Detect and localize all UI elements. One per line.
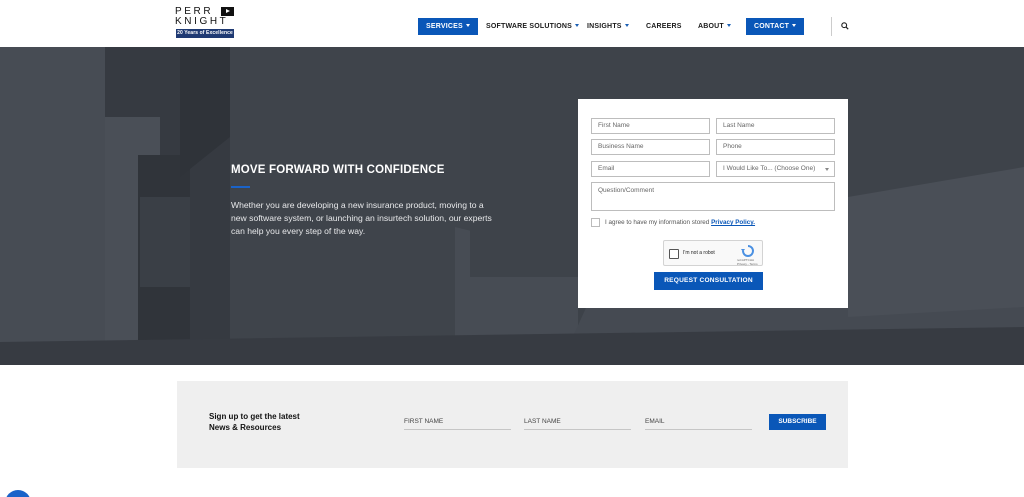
chevron-down-icon — [624, 23, 629, 27]
hero-background-image — [0, 47, 1024, 365]
phone-field[interactable]: Phone — [716, 139, 835, 155]
consent-text: I agree to have my information stored — [605, 219, 710, 226]
site-header: PERR KNIGHT 20 Years of Excellence SERVI… — [0, 0, 1024, 47]
nav-item-contact[interactable]: CONTACT — [746, 18, 805, 35]
nav-item-insights[interactable]: INSIGHTS — [587, 18, 629, 35]
subscribe-button[interactable]: SUBSCRIBE — [769, 414, 826, 430]
nav-label: SOFTWARE SOLUTIONS — [486, 23, 573, 30]
newsletter-heading: Sign up to get the latest News & Resourc… — [209, 411, 319, 433]
nav-item-software-solutions[interactable]: SOFTWARE SOLUTIONS — [486, 18, 580, 35]
search-icon[interactable] — [841, 22, 849, 30]
newsletter-heading-line-2: News & Resources — [209, 423, 282, 432]
recaptcha-widget: I'm not a robot reCAPTCHA Privacy - Term… — [663, 240, 763, 266]
newsletter-first-name-field[interactable]: FIRST NAME — [404, 416, 511, 430]
last-name-field[interactable]: Last Name — [716, 118, 835, 134]
first-name-field[interactable]: First Name — [591, 118, 710, 134]
question-textarea[interactable]: Question/Comment — [591, 182, 835, 211]
hero-section: MOVE FORWARD WITH CONFIDENCE Whether you… — [0, 47, 1024, 365]
nav-label: CONTACT — [754, 23, 790, 30]
logo-line-2: KNIGHT — [175, 16, 229, 27]
nav-item-services[interactable]: SERVICES — [418, 18, 478, 35]
chevron-down-icon — [465, 23, 470, 27]
play-icon — [221, 7, 234, 16]
hero-title-underline — [231, 186, 250, 188]
newsletter-email-field[interactable]: EMAIL — [645, 416, 752, 430]
nav-label: ABOUT — [698, 23, 724, 30]
chevron-down-icon — [726, 23, 731, 27]
accessibility-icon[interactable] — [4, 489, 32, 497]
chevron-down-icon — [575, 23, 580, 27]
nav-label: INSIGHTS — [587, 23, 622, 30]
nav-label: SERVICES — [426, 23, 463, 30]
newsletter-signup: Sign up to get the latest News & Resourc… — [177, 381, 848, 468]
nav-label: CAREERS — [646, 23, 682, 30]
interest-select[interactable]: I Would Like To... (Choose One) — [716, 161, 835, 177]
request-consultation-button[interactable]: REQUEST CONSULTATION — [654, 272, 763, 290]
consent-label: I agree to have my information stored Pr… — [605, 219, 755, 226]
recaptcha-icon — [741, 245, 754, 257]
consultation-form: First Name Last Name Business Name Phone… — [578, 99, 848, 308]
newsletter-last-name-field[interactable]: LAST NAME — [524, 416, 631, 430]
hero-title: MOVE FORWARD WITH CONFIDENCE — [231, 164, 445, 176]
privacy-policy-link[interactable]: Privacy Policy. — [711, 219, 755, 226]
recaptcha-terms[interactable]: Privacy - Terms — [737, 262, 758, 266]
chevron-down-icon — [792, 23, 797, 27]
logo-badge: 20 Years of Excellence — [176, 29, 234, 38]
nav-item-careers[interactable]: CAREERS — [646, 18, 682, 35]
recaptcha-label: I'm not a robot — [683, 250, 715, 256]
recaptcha-checkbox[interactable] — [669, 249, 679, 259]
nav-divider — [831, 17, 832, 36]
nav-item-about[interactable]: ABOUT — [698, 18, 731, 35]
consent-checkbox[interactable] — [591, 218, 600, 227]
email-field[interactable]: Email — [591, 161, 710, 177]
business-name-field[interactable]: Business Name — [591, 139, 710, 155]
hero-description: Whether you are developing a new insuran… — [231, 200, 492, 237]
newsletter-heading-line-1: Sign up to get the latest — [209, 412, 300, 421]
perr-knight-logo[interactable]: PERR KNIGHT 20 Years of Excellence — [175, 6, 237, 40]
